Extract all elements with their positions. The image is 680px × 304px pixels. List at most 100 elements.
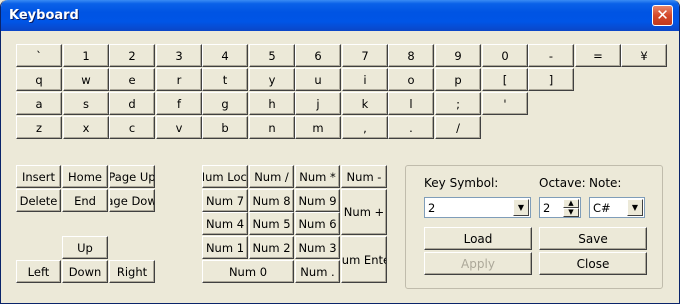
key-row1-13[interactable]: ¥ [621, 44, 667, 67]
key-row4-4[interactable]: b [202, 116, 248, 139]
key-row2-2[interactable]: e [109, 68, 155, 91]
key-row1-10[interactable]: 0 [482, 44, 528, 67]
key-row2-10[interactable]: [ [482, 68, 528, 91]
key-row1-1[interactable]: 1 [63, 44, 109, 67]
key-row1-0[interactable]: ` [16, 44, 62, 67]
key-row3-2[interactable]: d [109, 92, 155, 115]
key-label: a [35, 96, 43, 111]
key-symbol-select[interactable]: 2 ▼ [424, 197, 531, 218]
note-select[interactable]: C# ▼ [589, 197, 645, 218]
key-row4-1[interactable]: x [63, 116, 109, 139]
key-label: Num + [343, 205, 385, 219]
key-row1-6[interactable]: 6 [295, 44, 341, 67]
key-row3-6[interactable]: j [295, 92, 341, 115]
key-row4-3[interactable]: v [156, 116, 202, 139]
key-label: = [593, 48, 603, 63]
key-label: 9 [454, 48, 462, 63]
key-num-0[interactable]: Num 0 [202, 260, 294, 283]
key-row2-1[interactable]: w [63, 68, 109, 91]
key-num-5[interactable]: Num 5 [249, 212, 294, 235]
key-num-6[interactable]: Num 6 [295, 212, 340, 235]
key-row3-0[interactable]: a [16, 92, 62, 115]
key-row1-2[interactable]: 2 [109, 44, 155, 67]
key-num-9[interactable]: Num 9 [295, 189, 340, 212]
key-num-8[interactable]: Num 8 [249, 189, 294, 212]
key-row1-8[interactable]: 8 [388, 44, 434, 67]
key-num-enter[interactable]: Num Enter [341, 236, 387, 283]
key-row2-5[interactable]: y [249, 68, 295, 91]
key-row3-3[interactable]: f [156, 92, 202, 115]
key-row4-8[interactable]: . [388, 116, 434, 139]
key-row4-5[interactable]: n [249, 116, 295, 139]
key-row3-1[interactable]: s [63, 92, 109, 115]
spin-down-icon[interactable]: ▼ [563, 208, 579, 217]
key-label: Num 1 [205, 240, 245, 255]
key-num-dot[interactable]: Num . [295, 260, 340, 283]
chevron-down-icon[interactable]: ▼ [627, 199, 643, 216]
key-num-multiply[interactable]: Num * [295, 165, 340, 188]
key-row1-7[interactable]: 7 [342, 44, 388, 67]
key-num-divide[interactable]: Num / [249, 165, 294, 188]
apply-button[interactable]: Apply [424, 252, 532, 275]
key-row4-7[interactable]: , [342, 116, 388, 139]
key-row3-7[interactable]: k [342, 92, 388, 115]
title-bar[interactable]: Keyboard ✕ [1, 0, 679, 31]
key-end[interactable]: End [62, 189, 108, 212]
save-button[interactable]: Save [539, 227, 647, 250]
close-window-button[interactable]: ✕ [652, 5, 673, 26]
key-insert[interactable]: Insert [16, 165, 61, 188]
key-row3-5[interactable]: h [249, 92, 295, 115]
octave-spinner[interactable]: 2 ▲ ▼ [539, 197, 581, 218]
key-num-3[interactable]: Num 3 [295, 236, 340, 259]
load-button[interactable]: Load [424, 227, 532, 250]
key-num-4[interactable]: Num 4 [202, 212, 248, 235]
key-label: End [74, 193, 96, 208]
key-row3-4[interactable]: g [202, 92, 248, 115]
key-row2-3[interactable]: r [156, 68, 202, 91]
key-num-7[interactable]: Num 7 [202, 189, 248, 212]
key-num-plus[interactable]: Num + [341, 189, 387, 235]
close-button[interactable]: Close [539, 252, 647, 275]
key-row1-9[interactable]: 9 [435, 44, 481, 67]
key-delete[interactable]: Delete [16, 189, 61, 212]
key-page-up[interactable]: Page Up [109, 165, 155, 188]
chevron-down-icon[interactable]: ▼ [513, 199, 529, 216]
key-row3-8[interactable]: l [388, 92, 434, 115]
key-row3-9[interactable]: ; [435, 92, 481, 115]
key-num-lock[interactable]: Num Lock [202, 165, 248, 188]
key-left[interactable]: Left [16, 260, 61, 283]
key-row2-8[interactable]: o [388, 68, 434, 91]
key-label: Num - [346, 169, 382, 184]
key-row2-0[interactable]: q [16, 68, 62, 91]
key-row4-0[interactable]: z [16, 116, 62, 139]
key-row3-10[interactable]: ' [482, 92, 528, 115]
key-row2-4[interactable]: t [202, 68, 248, 91]
key-row4-9[interactable]: / [435, 116, 481, 139]
key-row2-9[interactable]: p [435, 68, 481, 91]
key-label: Num Lock [203, 169, 247, 184]
key-label: Num * [299, 169, 336, 184]
key-label: / [456, 120, 460, 135]
key-row4-2[interactable]: c [109, 116, 155, 139]
spin-up-icon[interactable]: ▲ [563, 199, 579, 208]
key-page-down[interactable]: Page Down [109, 189, 155, 212]
key-num-minus[interactable]: Num - [341, 165, 387, 188]
key-row1-12[interactable]: = [575, 44, 621, 67]
key-label: Num 2 [252, 240, 291, 255]
key-row1-4[interactable]: 4 [202, 44, 248, 67]
key-row2-7[interactable]: i [342, 68, 388, 91]
note-value: C# [593, 201, 611, 215]
key-num-2[interactable]: Num 2 [249, 236, 294, 259]
window-title: Keyboard [9, 8, 79, 23]
key-right[interactable]: Right [109, 260, 155, 283]
key-down[interactable]: Down [62, 260, 108, 283]
key-row4-6[interactable]: m [295, 116, 341, 139]
key-row1-5[interactable]: 5 [249, 44, 295, 67]
key-row1-11[interactable]: - [528, 44, 574, 67]
key-row1-3[interactable]: 3 [156, 44, 202, 67]
key-row2-6[interactable]: u [295, 68, 341, 91]
key-home[interactable]: Home [62, 165, 108, 188]
key-up[interactable]: Up [62, 236, 108, 259]
key-row2-11[interactable]: ] [528, 68, 574, 91]
key-num-1[interactable]: Num 1 [202, 236, 248, 259]
